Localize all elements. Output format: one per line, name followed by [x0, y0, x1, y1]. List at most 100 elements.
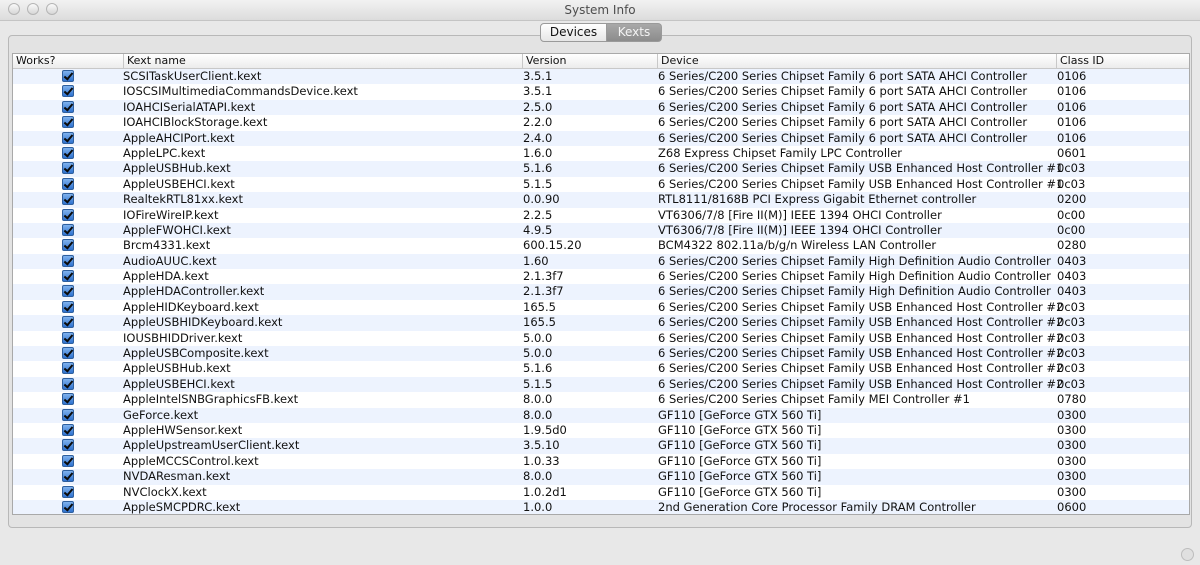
works-checkbox[interactable] — [62, 408, 74, 421]
works-checkbox[interactable] — [62, 300, 74, 313]
table-row[interactable]: AppleHDA.kext 2.1.3f7 6 Series/C200 Series… — [13, 269, 1189, 284]
device-cell: 6 Series/C200 Series Chipset Family USB … — [658, 330, 1064, 345]
kext-name-cell: IOFireWireIP.kext — [123, 207, 219, 222]
version-cell: 2.1.3f7 — [523, 284, 564, 299]
works-checkbox[interactable] — [62, 362, 74, 375]
column-header-kext-name[interactable]: Kext name — [123, 54, 522, 68]
table-row[interactable]: IOAHCIBlockStorage.kext 2.2.0 6 Series/C20… — [13, 115, 1189, 130]
table-row[interactable]: AppleHWSensor.kext 1.9.5d0 GF110 [GeForce … — [13, 423, 1189, 438]
works-checkbox[interactable] — [62, 439, 74, 452]
kext-name-cell: AppleMCCSControl.kext — [123, 453, 259, 468]
device-cell: 6 Series/C200 Series Chipset Family 6 po… — [658, 69, 1028, 83]
works-checkbox[interactable] — [62, 223, 74, 236]
works-checkbox[interactable] — [62, 347, 74, 360]
works-checkbox[interactable] — [62, 100, 74, 113]
table-row[interactable]: AppleIntelSNBGraphicsFB.kext 8.0.0 6 Serie… — [13, 392, 1189, 407]
kext-name-cell: AppleUSBHIDKeyboard.kext — [123, 315, 283, 330]
works-checkbox[interactable] — [62, 423, 74, 436]
version-cell: 165.5 — [523, 315, 556, 330]
works-checkbox[interactable] — [62, 377, 74, 390]
table-row[interactable]: IOUSBHIDDriver.kext 5.0.0 6 Series/C200 Se… — [13, 331, 1189, 346]
table-row[interactable]: SCSITaskUserClient.kext 3.5.1 6 Series/C20… — [13, 69, 1189, 85]
table-row[interactable]: AppleUSBEHCI.kext 5.1.5 6 Series/C200 Seri… — [13, 177, 1189, 192]
table-row[interactable]: AppleHIDKeyboard.kext 165.5 6 Series/C200 … — [13, 300, 1189, 315]
class-id-cell: 0280 — [1057, 238, 1087, 253]
kext-name-cell: IOAHCISerialATAPI.kext — [123, 99, 256, 114]
class-id-cell: 0c03 — [1057, 330, 1086, 345]
kext-name-cell: AudioAUUC.kext — [123, 253, 217, 268]
kext-name-cell: AppleUSBHub.kext — [123, 361, 231, 376]
works-checkbox[interactable] — [62, 254, 74, 267]
table-row[interactable]: AppleHDAController.kext 2.1.3f7 6 Series/C… — [13, 284, 1189, 300]
class-id-cell: 0c03 — [1057, 299, 1086, 314]
table-row[interactable]: NVClockX.kext 1.0.2d1 GF110 [GeForce GTX 5… — [13, 485, 1189, 500]
works-checkbox[interactable] — [62, 285, 74, 298]
table-row[interactable]: IOAHCISerialATAPI.kext 2.5.0 6 Series/C200… — [13, 99, 1189, 116]
table-row[interactable]: AppleUpstreamUserClient.kext 3.5.10 GF110 … — [13, 438, 1189, 454]
class-id-cell: 0300 — [1057, 438, 1087, 453]
kexts-table: Works? Kext name Version Device Class ID… — [12, 53, 1190, 515]
version-cell: 5.1.6 — [523, 361, 553, 376]
table-row[interactable]: AppleUSBHub.kext 5.1.6 6 Series/C200 Serie… — [13, 161, 1189, 177]
works-checkbox[interactable] — [62, 85, 74, 98]
table-row[interactable]: Brcm4331.kext 600.15.20 BCM4322 802.11a/b/… — [13, 238, 1189, 253]
works-checkbox[interactable] — [62, 485, 74, 498]
works-checkbox[interactable] — [62, 393, 74, 406]
device-cell: RTL8111/8168B PCI Express Gigabit Ethern… — [658, 192, 977, 207]
class-id-cell: 0c03 — [1057, 161, 1086, 176]
class-id-cell: 0403 — [1057, 269, 1087, 284]
device-cell: 6 Series/C200 Series Chipset Family USB … — [658, 315, 1064, 330]
column-header-version[interactable]: Version — [522, 54, 657, 68]
works-checkbox[interactable] — [62, 331, 74, 344]
works-checkbox[interactable] — [62, 177, 74, 190]
works-checkbox[interactable] — [62, 193, 74, 206]
works-checkbox[interactable] — [62, 70, 74, 82]
table-row[interactable]: AppleUSBHub.kext 5.1.6 6 Series/C200 Serie… — [13, 361, 1189, 376]
version-cell: 2.1.3f7 — [523, 269, 564, 284]
works-checkbox[interactable] — [62, 500, 74, 513]
table-row[interactable]: AppleUSBComposite.kext 5.0.0 6 Series/C200… — [13, 346, 1189, 362]
works-checkbox[interactable] — [62, 116, 74, 129]
works-checkbox[interactable] — [62, 270, 74, 283]
class-id-cell: 0106 — [1057, 130, 1087, 145]
works-checkbox[interactable] — [62, 454, 74, 467]
works-checkbox[interactable] — [62, 146, 74, 159]
tab-kexts[interactable]: Kexts — [607, 23, 662, 42]
works-checkbox[interactable] — [62, 470, 74, 483]
table-row[interactable]: AppleSMCPDRC.kext 1.0.0 2nd Generation Cor… — [13, 499, 1189, 514]
device-cell: 6 Series/C200 Series Chipset Family 6 po… — [658, 130, 1028, 145]
table-row[interactable]: AppleLPC.kext 1.6.0 Z68 Express Chipset Fa… — [13, 146, 1189, 161]
class-id-cell: 0106 — [1057, 84, 1087, 99]
table-row[interactable]: AppleUSBEHCI.kext 5.1.5 6 Series/C200 Seri… — [13, 376, 1189, 393]
works-checkbox[interactable] — [62, 208, 74, 221]
works-checkbox[interactable] — [62, 162, 74, 175]
table-row[interactable]: NVDAResman.kext 8.0.0 GF110 [GeForce GTX 5… — [13, 469, 1189, 485]
tab-devices[interactable]: Devices — [540, 23, 607, 42]
column-header-device[interactable]: Device — [657, 54, 1056, 68]
table-body: SCSITaskUserClient.kext 3.5.1 6 Series/C20… — [13, 69, 1189, 514]
table-row[interactable]: IOSCSIMultimediaCommandsDevice.kext 3.5.1… — [13, 84, 1189, 99]
works-checkbox[interactable] — [62, 131, 74, 144]
kext-name-cell: AppleHDAController.kext — [123, 284, 265, 299]
device-cell: 6 Series/C200 Series Chipset Family USB … — [658, 346, 1064, 361]
works-checkbox[interactable] — [62, 316, 74, 329]
device-cell: Z68 Express Chipset Family LPC Controlle… — [658, 145, 903, 160]
kext-name-cell: SCSITaskUserClient.kext — [123, 69, 262, 83]
table-row[interactable]: RealtekRTL81xx.kext 0.0.90 RTL8111/8168B P… — [13, 192, 1189, 208]
kext-name-cell: AppleUSBComposite.kext — [123, 346, 269, 361]
version-cell: 8.0.0 — [523, 392, 553, 407]
column-header-class-id[interactable]: Class ID — [1056, 54, 1189, 68]
table-row[interactable]: AppleUSBHIDKeyboard.kext 165.5 6 Series/C2… — [13, 315, 1189, 331]
works-checkbox[interactable] — [62, 239, 74, 252]
resize-grip-icon[interactable] — [1181, 548, 1194, 561]
table-row[interactable]: IOFireWireIP.kext 2.2.5 VT6306/7/8 [Fire I… — [13, 208, 1189, 223]
table-row[interactable]: AudioAUUC.kext 1.60 6 Series/C200 Series C… — [13, 253, 1189, 270]
device-cell: VT6306/7/8 [Fire II(M)] IEEE 1394 OHCI C… — [658, 207, 942, 222]
table-row[interactable]: AppleAHCIPort.kext 2.4.0 6 Series/C200 Ser… — [13, 130, 1189, 146]
table-header: Works? Kext name Version Device Class ID — [13, 54, 1189, 69]
version-cell: 600.15.20 — [523, 238, 582, 253]
table-row[interactable]: AppleFWOHCI.kext 4.9.5 VT6306/7/8 [Fire II… — [13, 222, 1189, 239]
table-row[interactable]: AppleMCCSControl.kext 1.0.33 GF110 [GeForc… — [13, 454, 1189, 469]
table-row[interactable]: GeForce.kext 8.0.0 GF110 [GeForce GTX 560 … — [13, 407, 1189, 423]
column-header-works[interactable]: Works? — [13, 54, 123, 68]
